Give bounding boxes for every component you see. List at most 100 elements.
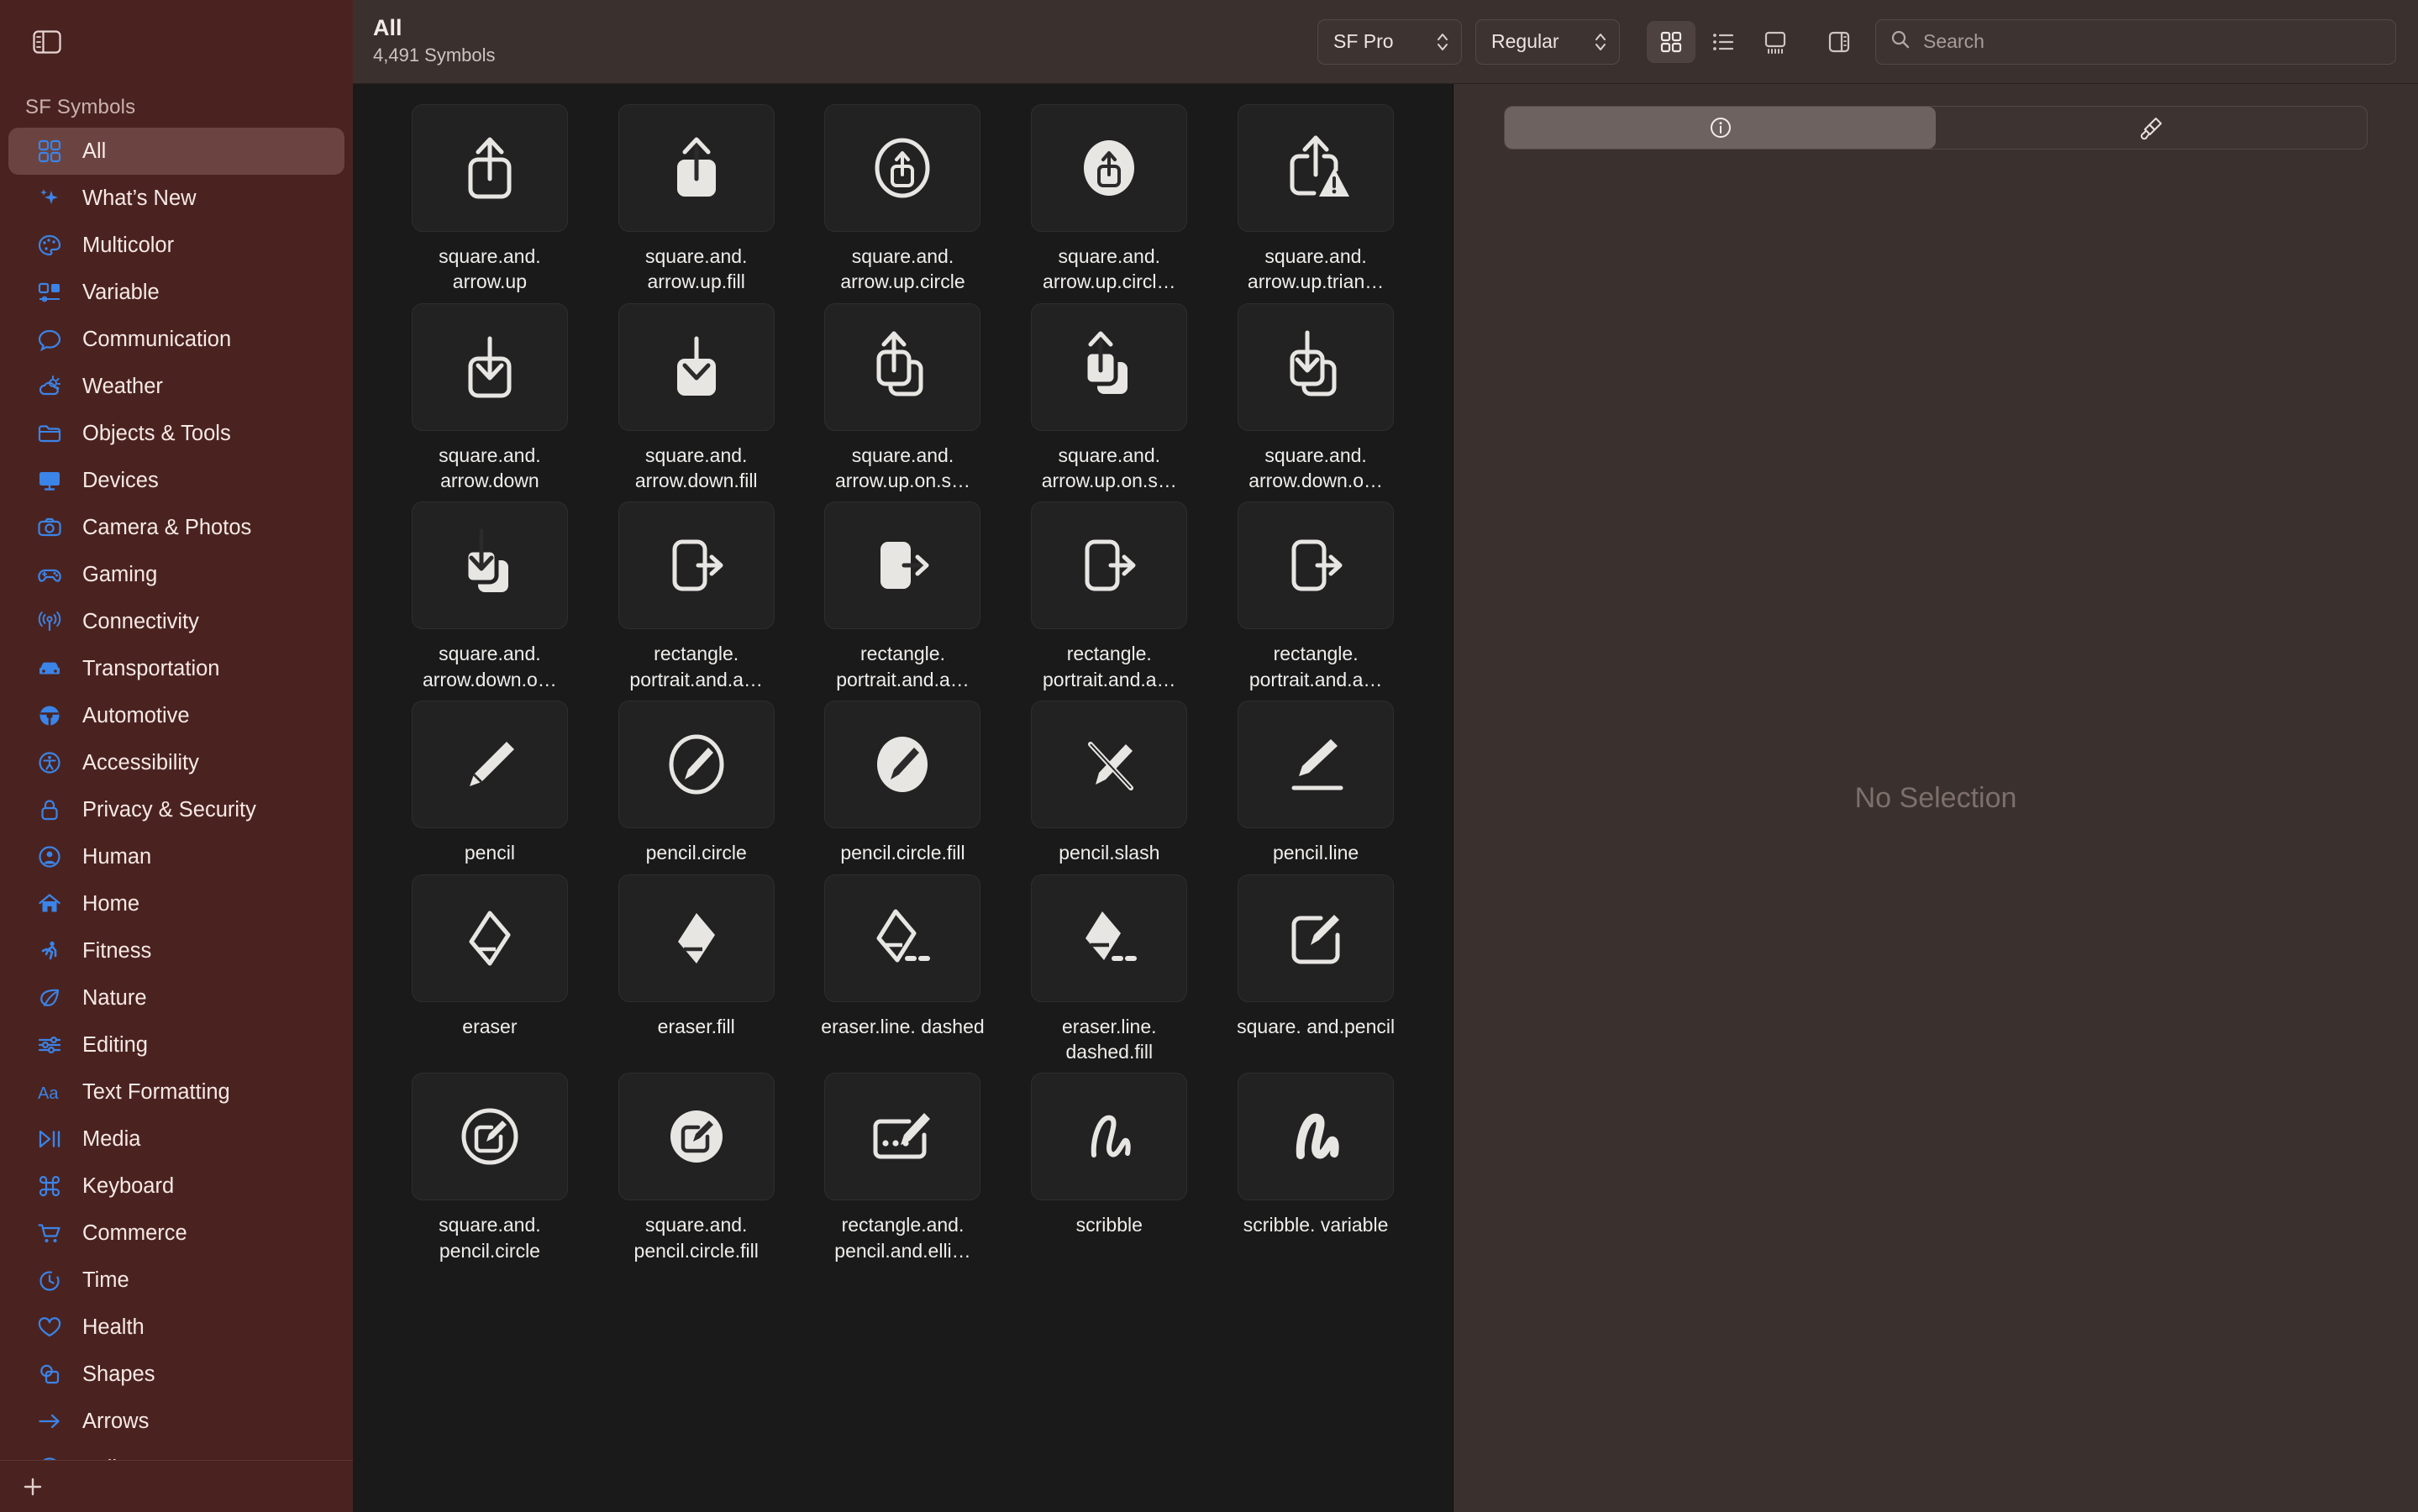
info-tab[interactable]	[1505, 107, 1936, 149]
symbol-preview-square-and-arrow-down-fill[interactable]	[618, 302, 775, 431]
symbol-preview-square-and-arrow-up-on-square[interactable]	[824, 302, 981, 431]
font-weight-popup[interactable]: Regular	[1475, 18, 1620, 65]
symbol-preview-square-and-pencil-circle[interactable]	[411, 1073, 568, 1201]
sidebar-item-indices[interactable]: AIndices	[8, 1445, 344, 1460]
symbol-cell[interactable]: square.and. arrow.up.circle	[800, 104, 1007, 303]
sidebar-item-editing[interactable]: Editing	[8, 1021, 344, 1068]
sidebar-item-what-s-new[interactable]: What’s New	[8, 175, 344, 222]
sidebar-item-camera-photos[interactable]: Camera & Photos	[8, 504, 344, 551]
symbol-cell[interactable]: rectangle. portrait.and.a…	[800, 501, 1007, 701]
symbol-preview-pencil-line[interactable]	[1238, 701, 1395, 829]
sidebar-item-gaming[interactable]: Gaming	[8, 551, 344, 598]
symbol-cell[interactable]: square.and. arrow.down.fill	[593, 302, 800, 502]
sidebar-item-communication[interactable]: Communication	[8, 316, 344, 363]
symbol-cell[interactable]: square.and. arrow.down.o…	[386, 501, 593, 701]
symbol-preview-square-and-arrow-up-on-square-fill[interactable]	[1031, 302, 1188, 431]
symbol-preview-rectangle-and-pencil-and-ellipsis[interactable]	[824, 1073, 981, 1201]
add-collection-button[interactable]	[18, 1473, 47, 1501]
symbol-preview-square-and-arrow-down-on-square-fill[interactable]	[411, 501, 568, 630]
symbol-cell[interactable]: rectangle. portrait.and.a…	[593, 501, 800, 701]
sidebar-item-health[interactable]: Health	[8, 1304, 344, 1351]
sidebar-item-all[interactable]: All	[8, 128, 344, 175]
symbol-preview-square-and-arrow-up-fill[interactable]	[618, 104, 775, 232]
symbol-preview-pencil-circle-fill[interactable]	[824, 701, 981, 829]
symbol-cell[interactable]: rectangle.and. pencil.and.elli…	[800, 1073, 1007, 1272]
sidebar-item-transportation[interactable]: Transportation	[8, 645, 344, 692]
sidebar-item-devices[interactable]: Devices	[8, 457, 344, 504]
symbol-cell[interactable]: pencil.circle.fill	[800, 701, 1007, 874]
symbol-cell[interactable]: eraser	[386, 874, 593, 1074]
annotation-tab[interactable]	[1936, 107, 2367, 149]
symbol-cell[interactable]: square.and. arrow.up	[386, 104, 593, 303]
symbol-cell[interactable]: square.and. arrow.up.on.s…	[800, 302, 1007, 502]
sidebar-toggle-icon[interactable]	[29, 27, 66, 57]
search-field[interactable]: Search	[1875, 18, 2396, 65]
symbol-preview-square-and-arrow-up[interactable]	[411, 104, 568, 232]
sidebar-item-time[interactable]: Time	[8, 1257, 344, 1304]
sidebar-item-fitness[interactable]: Fitness	[8, 927, 344, 974]
symbol-cell[interactable]: eraser.fill	[593, 874, 800, 1074]
sidebar-item-shapes[interactable]: Shapes	[8, 1351, 344, 1398]
sidebar-item-accessibility[interactable]: Accessibility	[8, 739, 344, 786]
symbol-preview-square-and-arrow-down[interactable]	[411, 302, 568, 431]
gallery-view-button[interactable]	[1751, 21, 1800, 63]
symbol-cell[interactable]: eraser.line. dashed	[800, 874, 1007, 1074]
symbol-preview-square-and-pencil[interactable]	[1238, 874, 1395, 1002]
sidebar-item-privacy-security[interactable]: Privacy & Security	[8, 786, 344, 833]
symbol-cell[interactable]: pencil.slash	[1006, 701, 1212, 874]
sidebar-item-multicolor[interactable]: Multicolor	[8, 222, 344, 269]
sidebar-item-media[interactable]: Media	[8, 1116, 344, 1163]
sidebar-item-text-formatting[interactable]: Aa Text Formatting	[8, 1068, 344, 1116]
sidebar-item-commerce[interactable]: Commerce	[8, 1210, 344, 1257]
sidebar-item-variable[interactable]: Variable	[8, 269, 344, 316]
symbol-preview-scribble[interactable]	[1031, 1073, 1188, 1201]
sidebar-item-keyboard[interactable]: Keyboard	[8, 1163, 344, 1210]
sidebar-item-weather[interactable]: Weather	[8, 363, 344, 410]
sidebar-item-automotive[interactable]: Automotive	[8, 692, 344, 739]
sidebar-item-arrows[interactable]: Arrows	[8, 1398, 344, 1445]
symbol-cell[interactable]: square.and. pencil.circle	[386, 1073, 593, 1272]
inspector-toggle-button[interactable]	[1815, 21, 1863, 63]
grid-view-button[interactable]	[1647, 20, 1695, 63]
symbol-cell[interactable]: square.and. arrow.down	[386, 302, 593, 502]
symbol-cell[interactable]: eraser.line. dashed.fill	[1006, 874, 1212, 1074]
symbol-cell[interactable]: pencil.circle	[593, 701, 800, 874]
sidebar-item-objects-tools[interactable]: Objects & Tools	[8, 410, 344, 457]
sidebar-item-connectivity[interactable]: Connectivity	[8, 598, 344, 645]
symbol-cell[interactable]: rectangle. portrait.and.a…	[1006, 501, 1212, 701]
symbol-preview-eraser-fill[interactable]	[618, 874, 775, 1002]
symbol-preview-square-and-arrow-up-circle[interactable]	[824, 104, 981, 232]
symbol-preview-eraser-line-dashed[interactable]	[824, 874, 981, 1002]
symbol-preview-rectangle-portrait-and-arrow-right[interactable]	[618, 501, 775, 630]
symbol-cell[interactable]: square. and.pencil	[1212, 874, 1419, 1074]
sidebar-item-human[interactable]: Human	[8, 833, 344, 880]
sidebar-item-home[interactable]: Home	[8, 880, 344, 927]
symbol-cell[interactable]: square.and. pencil.circle.fill	[593, 1073, 800, 1272]
symbol-cell[interactable]: scribble	[1006, 1073, 1212, 1272]
symbol-cell[interactable]: square.and. arrow.up.trian…	[1212, 104, 1419, 303]
symbol-preview-pencil-slash[interactable]	[1031, 701, 1188, 829]
symbol-cell[interactable]: square.and. arrow.up.fill	[593, 104, 800, 303]
symbol-preview-rectangle-portrait-and-arrow-forward[interactable]	[1031, 501, 1188, 630]
symbol-cell[interactable]: scribble. variable	[1212, 1073, 1419, 1272]
symbol-grid-area[interactable]: square.and. arrow.up square.and. arrow.up…	[353, 84, 1453, 1512]
symbol-cell[interactable]: pencil.line	[1212, 701, 1419, 874]
symbol-cell[interactable]: square.and. arrow.down.o…	[1212, 302, 1419, 502]
symbol-cell[interactable]: square.and. arrow.up.on.s…	[1006, 302, 1212, 502]
symbol-cell[interactable]: pencil	[386, 701, 593, 874]
symbol-cell[interactable]: square.and. arrow.up.circl…	[1006, 104, 1212, 303]
symbol-preview-scribble-variable[interactable]	[1238, 1073, 1395, 1201]
symbol-preview-square-and-arrow-up-circle-fill[interactable]	[1031, 104, 1188, 232]
symbol-preview-square-and-pencil-circle-fill[interactable]	[618, 1073, 775, 1201]
symbol-preview-pencil-circle[interactable]	[618, 701, 775, 829]
symbol-preview-square-and-arrow-down-on-square[interactable]	[1238, 302, 1395, 431]
symbol-preview-rectangle-portrait-and-arrow-right-fill[interactable]	[824, 501, 981, 630]
sidebar-item-nature[interactable]: Nature	[8, 974, 344, 1021]
symbol-preview-eraser-line-dashed-fill[interactable]	[1031, 874, 1188, 1002]
symbol-preview-square-and-arrow-up-trianglebadge-exclamationmark[interactable]	[1238, 104, 1395, 232]
symbol-cell[interactable]: rectangle. portrait.and.a…	[1212, 501, 1419, 701]
list-view-button[interactable]	[1699, 21, 1748, 63]
font-family-popup[interactable]: SF Pro	[1317, 18, 1462, 65]
symbol-preview-pencil[interactable]	[411, 701, 568, 829]
symbol-preview-eraser[interactable]	[411, 874, 568, 1002]
